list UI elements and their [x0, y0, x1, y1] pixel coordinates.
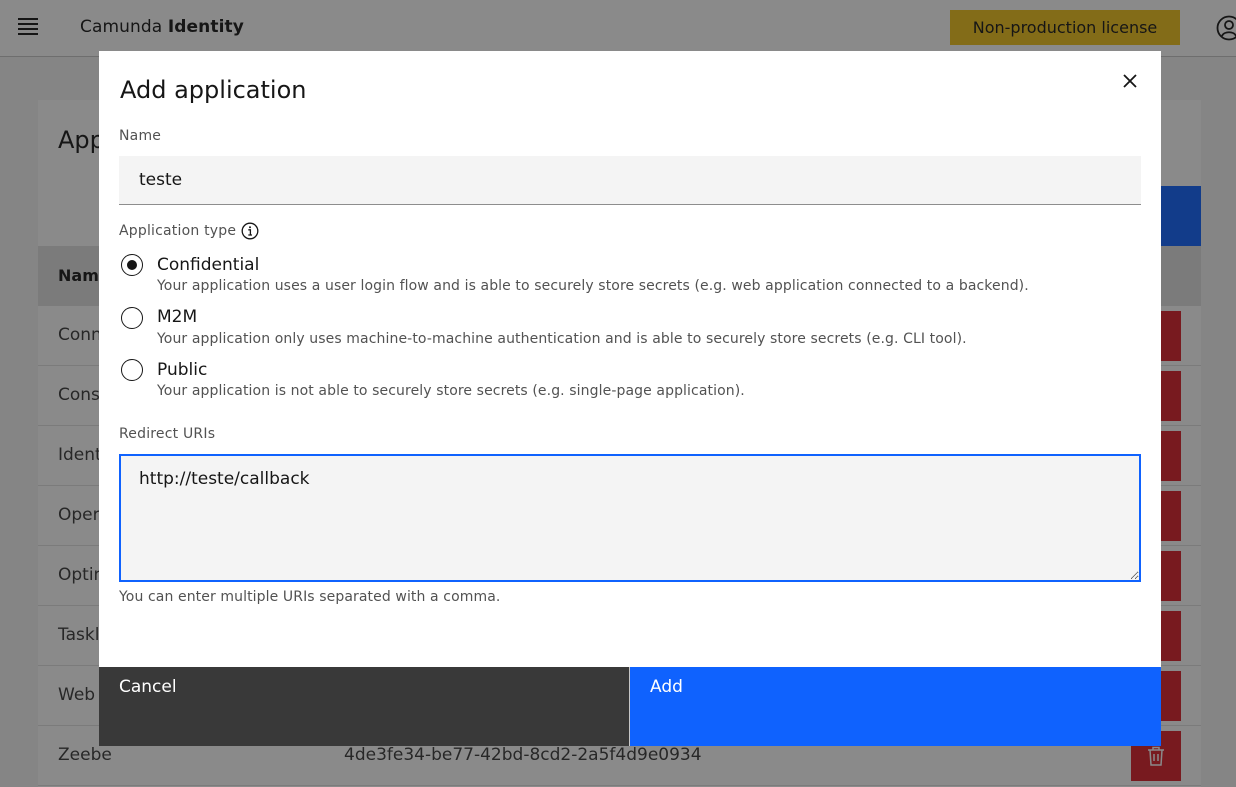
- radio-m2m[interactable]: [121, 307, 143, 329]
- close-icon: [1123, 74, 1137, 88]
- cancel-button[interactable]: Cancel: [99, 667, 629, 746]
- close-button[interactable]: [1117, 68, 1143, 94]
- name-input[interactable]: [119, 156, 1141, 205]
- radio-label-public[interactable]: Public: [157, 360, 207, 380]
- application-type-label: Application type: [119, 223, 237, 239]
- radio-label-m2m[interactable]: M2M: [157, 307, 197, 327]
- radio-confidential[interactable]: [121, 254, 143, 276]
- radio-public[interactable]: [121, 359, 143, 381]
- name-label: Name: [119, 128, 162, 144]
- info-icon[interactable]: [241, 222, 259, 240]
- redirect-uris-label: Redirect URIs: [119, 426, 216, 442]
- redirect-uris-helper: You can enter multiple URIs separated wi…: [119, 589, 501, 605]
- radio-description-confidential: Your application uses a user login flow …: [157, 278, 1029, 294]
- add-application-modal: Add application Name Application type Co…: [99, 51, 1161, 746]
- modal-title: Add application: [120, 76, 307, 104]
- radio-label-confidential[interactable]: Confidential: [157, 255, 259, 275]
- add-button[interactable]: Add: [629, 667, 1161, 746]
- radio-description-m2m: Your application only uses machine-to-ma…: [157, 331, 967, 347]
- radio-description-public: Your application is not able to securely…: [157, 383, 745, 399]
- redirect-uris-textarea[interactable]: http://teste/callback: [119, 454, 1141, 582]
